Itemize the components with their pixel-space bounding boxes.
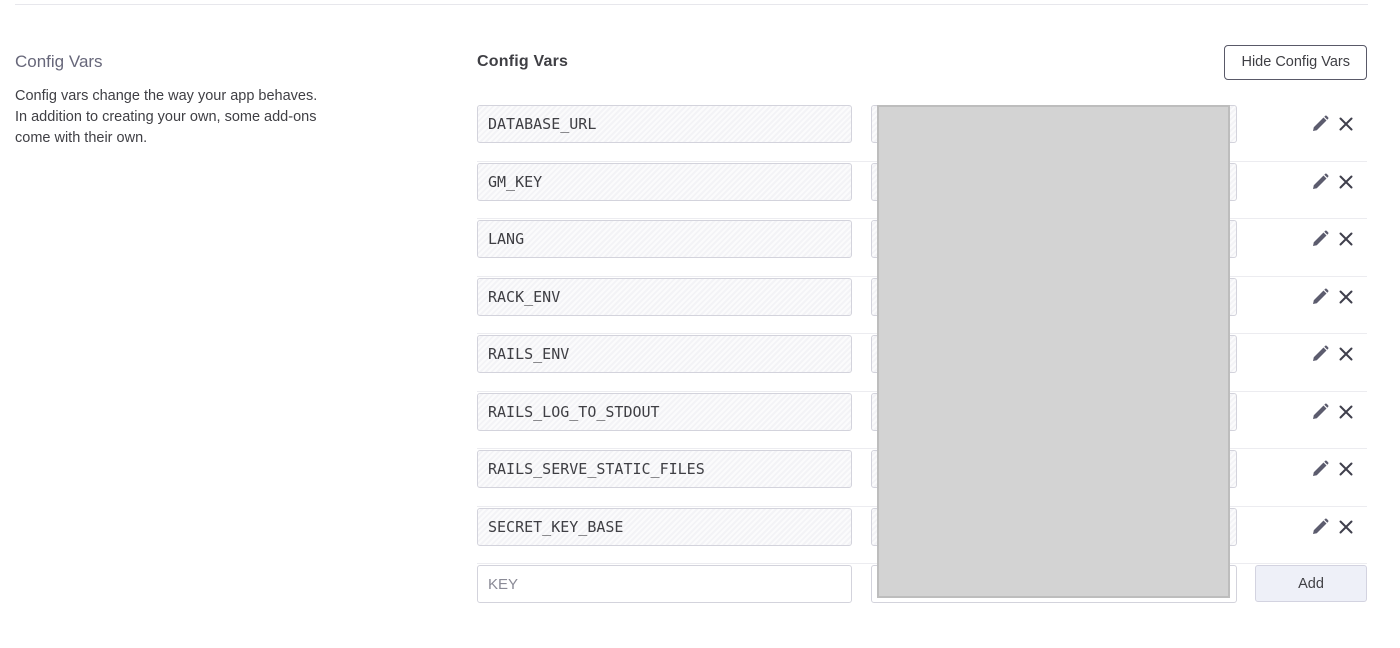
delete-config-var-button[interactable] [1336,402,1356,422]
delete-config-var-button[interactable] [1336,287,1356,307]
top-divider [15,4,1368,5]
config-vars-page: Config Vars Config vars change the way y… [0,0,1400,648]
section-description-text: Config vars change the way your app beha… [15,88,318,146]
pencil-icon [1313,288,1329,304]
edit-config-var-button[interactable] [1310,344,1330,364]
new-key-input[interactable] [477,565,852,603]
pencil-icon [1313,518,1329,534]
edit-config-var-button[interactable] [1310,114,1330,134]
pencil-icon [1313,173,1329,189]
pencil-icon [1313,230,1329,246]
close-icon [1339,405,1353,418]
edit-config-var-button[interactable] [1310,459,1330,479]
pencil-icon [1313,403,1329,419]
pencil-icon [1313,460,1329,476]
config-var-key-field[interactable]: SECRET_KEY_BASE [477,507,852,546]
delete-config-var-button[interactable] [1336,114,1356,134]
delete-config-var-button[interactable] [1336,517,1356,537]
config-var-key-field[interactable]: RACK_ENV [477,277,852,316]
panel-title: Config Vars [477,53,569,70]
edit-config-var-button[interactable] [1310,402,1330,422]
hide-config-vars-button[interactable]: Hide Config Vars [1224,45,1367,80]
config-var-key-field[interactable]: LANG [477,220,852,258]
close-icon [1339,232,1353,246]
edit-config-var-button[interactable] [1310,287,1330,307]
redaction-box [877,105,1230,598]
close-icon [1339,347,1353,361]
edit-config-var-button[interactable] [1310,172,1330,192]
pencil-icon [1313,345,1329,361]
close-icon [1339,462,1353,476]
add-config-var-button[interactable]: Add [1255,565,1367,602]
section-description: Config Vars Config vars change the way y… [15,51,345,149]
close-icon [1339,520,1353,533]
config-var-key-field[interactable]: RAILS_SERVE_STATIC_FILES [477,450,852,488]
delete-config-var-button[interactable] [1336,344,1356,364]
delete-config-var-button[interactable] [1336,172,1356,192]
edit-config-var-button[interactable] [1310,229,1330,249]
close-icon [1339,290,1353,303]
close-icon [1339,175,1353,188]
pencil-icon [1313,115,1329,131]
config-vars-panel: Config Vars Hide Config Vars DATABASE_UR… [477,44,1367,603]
close-icon [1339,117,1353,131]
delete-config-var-button[interactable] [1336,459,1356,479]
delete-config-var-button[interactable] [1336,229,1356,249]
config-var-key-field[interactable]: RAILS_ENV [477,335,852,373]
section-title: Config Vars [15,52,103,71]
panel-header: Config Vars Hide Config Vars [477,44,1367,104]
edit-config-var-button[interactable] [1310,517,1330,537]
config-var-key-field[interactable]: RAILS_LOG_TO_STDOUT [477,392,852,431]
config-var-key-field[interactable]: GM_KEY [477,162,852,201]
config-var-key-field[interactable]: DATABASE_URL [477,105,852,143]
